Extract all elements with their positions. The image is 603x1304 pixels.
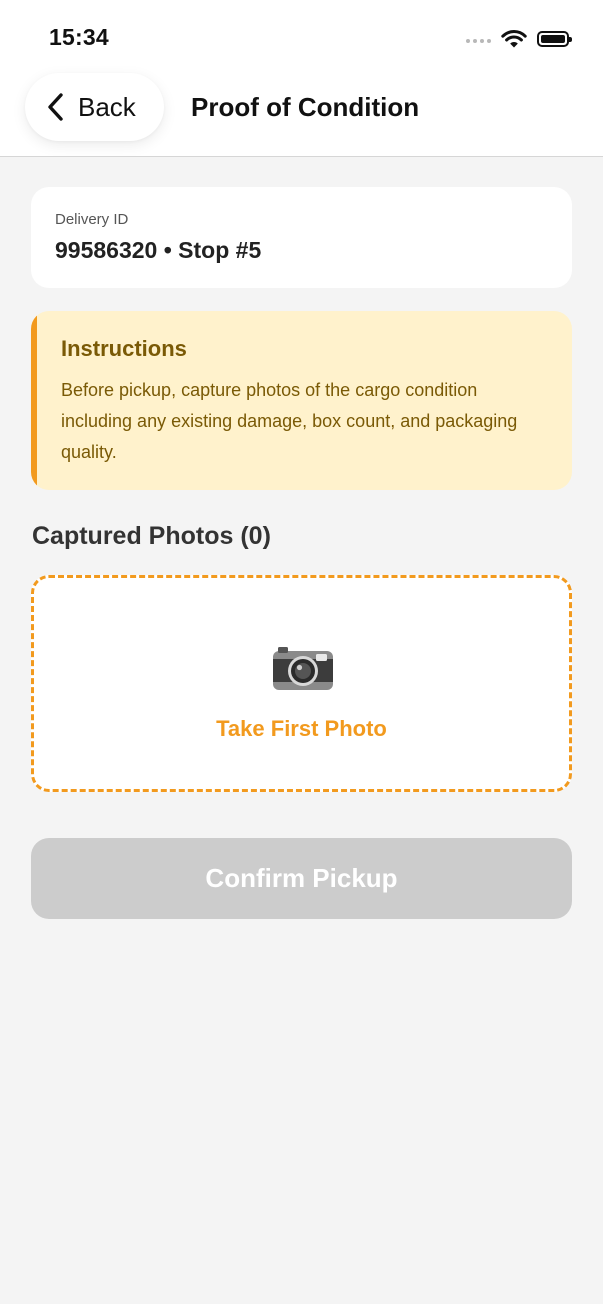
- confirm-pickup-button[interactable]: Confirm Pickup: [31, 838, 572, 919]
- camera-icon: [273, 647, 333, 690]
- cellular-dots-icon: [466, 39, 491, 43]
- page-title: Proof of Condition: [191, 92, 420, 122]
- chevron-left-icon: [48, 93, 63, 121]
- delivery-id-caption: Delivery ID: [55, 211, 129, 228]
- take-first-photo-label: Take First Photo: [216, 716, 387, 741]
- status-time: 15:34: [49, 24, 109, 50]
- battery-icon: [537, 31, 572, 47]
- captured-photos-title: Captured Photos (0): [32, 522, 271, 550]
- proof-of-condition-screen: 15:34 Back Proof of Condition Delivery I…: [0, 0, 603, 1304]
- take-first-photo-button[interactable]: Take First Photo: [31, 575, 572, 792]
- wifi-icon: [501, 30, 527, 48]
- instructions-heading: Instructions: [61, 336, 187, 361]
- delivery-card: Delivery ID 99586320 • Stop #5: [31, 187, 572, 288]
- instructions-panel: Instructions Before pickup, capture phot…: [31, 311, 572, 490]
- delivery-id-value: 99586320 • Stop #5: [55, 237, 262, 263]
- instructions-accent-bar: [31, 311, 37, 490]
- top-bar: 15:34 Back Proof of Condition: [0, 0, 603, 157]
- instructions-body: Before pickup, capture photos of the car…: [61, 380, 518, 462]
- back-button[interactable]: Back: [25, 73, 164, 141]
- status-icons: [466, 26, 572, 52]
- back-button-label: Back: [78, 91, 136, 122]
